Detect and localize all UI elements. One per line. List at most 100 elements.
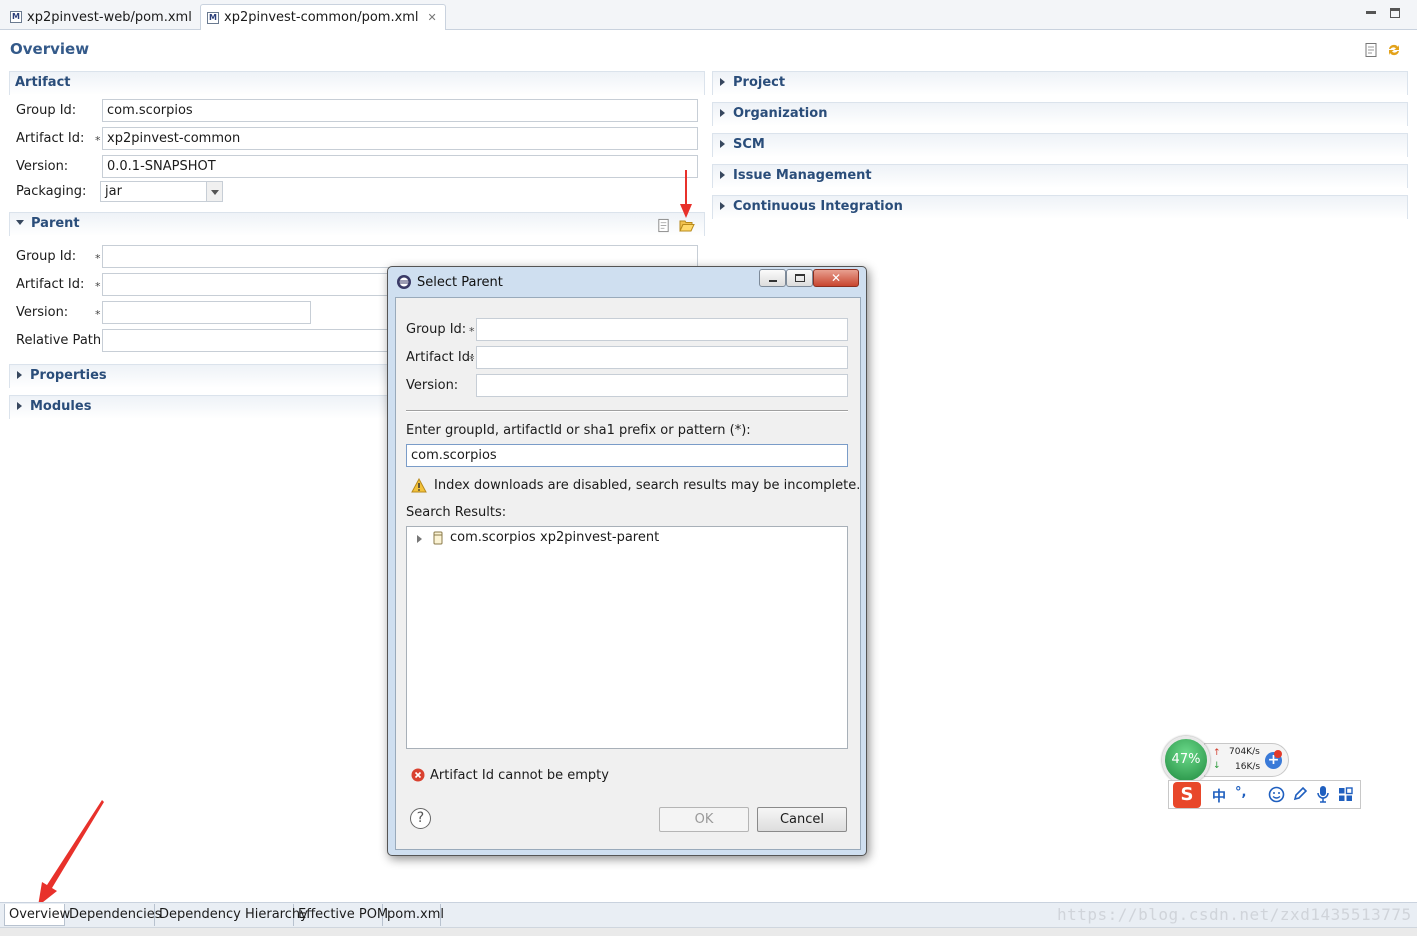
artifact-version-field[interactable]: 0.0.1-SNAPSHOT: [102, 155, 698, 178]
tab-pom-xml[interactable]: pom.xml: [383, 904, 444, 926]
upload-speed: 704K/s: [1229, 747, 1260, 757]
required-marker: *: [95, 308, 101, 321]
artifact-artifact-id-field[interactable]: xp2pinvest-common: [102, 127, 698, 150]
project-section-header[interactable]: [712, 71, 1408, 95]
project-section-title[interactable]: Project: [720, 75, 785, 90]
error-icon: [411, 768, 425, 782]
document-icon[interactable]: [656, 218, 671, 233]
artifact-artifact-id-label: Artifact Id:: [16, 131, 85, 146]
properties-section-title[interactable]: Properties: [17, 368, 107, 383]
chevron-right-icon: [720, 139, 725, 148]
ime-widget: ↑ ↓ 704K/s 16K/s + 47% S 中 °,: [1160, 736, 1365, 812]
ci-section-title[interactable]: Continuous Integration: [720, 199, 903, 214]
tab-overview[interactable]: Overview: [4, 904, 70, 926]
upload-arrow-icon: ↑: [1213, 748, 1221, 758]
scm-section-title[interactable]: SCM: [720, 137, 765, 152]
cancel-button[interactable]: Cancel: [757, 807, 847, 832]
dialog-version-label: Version:: [406, 378, 459, 393]
organization-section-title[interactable]: Organization: [720, 106, 827, 121]
tab-effective-pom[interactable]: Effective POM: [294, 904, 388, 926]
parent-relative-path-label: Relative Path:: [16, 333, 106, 348]
cpu-usage-meter[interactable]: 47%: [1162, 736, 1210, 784]
issue-management-section-title[interactable]: Issue Management: [720, 168, 872, 183]
chevron-down-icon: [16, 220, 24, 225]
parent-section-header[interactable]: [9, 212, 705, 236]
maximize-icon: [795, 274, 805, 282]
tab-dependencies[interactable]: Dependencies: [65, 904, 162, 926]
artifact-packaging-label: Packaging:: [16, 184, 87, 199]
search-result-row[interactable]: com.scorpios xp2pinvest-parent: [409, 530, 659, 548]
dialog-title: Select Parent: [417, 275, 503, 290]
required-marker: *: [95, 134, 101, 147]
parent-group-id-field[interactable]: [102, 245, 698, 268]
dialog-version-field[interactable]: [476, 374, 848, 397]
eclipse-icon: [397, 275, 411, 289]
document-icon[interactable]: [1363, 42, 1379, 58]
dialog-minimize-button[interactable]: [759, 269, 786, 287]
jar-icon: [433, 531, 443, 545]
expand-icon[interactable]: [417, 535, 422, 543]
dialog-warning-text: Index downloads are disabled, search res…: [434, 478, 861, 493]
close-icon: ✕: [830, 271, 842, 285]
parent-version-field[interactable]: [102, 301, 311, 324]
dialog-error-text: Artifact Id cannot be empty: [430, 768, 609, 783]
ime-lang-toggle[interactable]: 中: [1212, 786, 1226, 806]
dialog-close-button[interactable]: ✕: [813, 269, 859, 287]
parent-artifact-id-label: Artifact Id:: [16, 277, 85, 292]
microphone-icon[interactable]: [1316, 785, 1330, 803]
maven-pom-icon: M: [207, 11, 219, 24]
parent-section-title[interactable]: Parent: [16, 216, 80, 231]
close-icon[interactable]: ✕: [428, 11, 437, 24]
dialog-maximize-button[interactable]: [786, 269, 813, 287]
status-bar: [0, 927, 1417, 936]
dialog-body: Group Id: * Artifact Id: * Version: Ente…: [395, 297, 861, 850]
artifact-version-label: Version:: [16, 159, 69, 174]
pen-icon[interactable]: [1292, 786, 1308, 803]
emoji-icon[interactable]: [1268, 786, 1285, 803]
chevron-right-icon: [720, 108, 725, 117]
chevron-right-icon: [720, 170, 725, 179]
help-icon[interactable]: ?: [410, 808, 431, 829]
editor-tab-label: xp2pinvest-common/pom.xml: [224, 10, 419, 25]
grid-menu-icon[interactable]: [1338, 787, 1353, 802]
editor-tab-common-pom[interactable]: M xp2pinvest-common/pom.xml ✕: [200, 4, 446, 30]
result-group-id: com.scorpios: [450, 530, 536, 545]
parent-version-label: Version:: [16, 305, 69, 320]
artifact-group-id-field[interactable]: com.scorpios: [102, 99, 698, 122]
scm-section-header[interactable]: [712, 133, 1408, 157]
minimize-icon: [769, 280, 777, 282]
modules-section-title[interactable]: Modules: [17, 399, 91, 414]
maximize-icon[interactable]: [1390, 8, 1400, 18]
chevron-right-icon: [720, 201, 725, 210]
packaging-select[interactable]: jar: [100, 181, 223, 202]
chevron-down-icon[interactable]: [206, 182, 222, 201]
dialog-artifact-id-label: Artifact Id:: [406, 350, 475, 365]
annotation-arrow-icon: [38, 800, 104, 906]
search-results-list[interactable]: com.scorpios xp2pinvest-parent: [406, 526, 848, 749]
dialog-search-input[interactable]: com.scorpios: [406, 444, 848, 467]
result-artifact-id: xp2pinvest-parent: [540, 530, 660, 545]
ok-button[interactable]: OK: [659, 807, 749, 832]
tab-dependency-hierarchy[interactable]: Dependency Hierarchy: [155, 904, 308, 926]
artifact-section-header: [9, 71, 705, 95]
required-marker: *: [95, 252, 101, 265]
chevron-right-icon: [17, 401, 22, 410]
dialog-group-id-label: Group Id:: [406, 322, 467, 337]
sogou-logo-icon[interactable]: S: [1173, 782, 1201, 808]
page-title: Overview: [10, 40, 90, 58]
dialog-results-label: Search Results:: [406, 505, 507, 520]
dialog-artifact-id-field[interactable]: [476, 346, 848, 369]
minimize-icon[interactable]: [1366, 11, 1376, 14]
ime-punct-toggle[interactable]: °,: [1235, 785, 1246, 800]
editor-tab-web-pom[interactable]: M xp2pinvest-web/pom.xml: [4, 4, 200, 30]
dialog-search-label: Enter groupId, artifactId or sha1 prefix…: [406, 423, 751, 438]
refresh-icon[interactable]: [1386, 42, 1402, 58]
packaging-value: jar: [105, 184, 122, 199]
open-folder-icon[interactable]: [679, 218, 695, 233]
dialog-group-id-field[interactable]: [476, 318, 848, 341]
download-arrow-icon: ↓: [1213, 761, 1221, 771]
parent-group-id-label: Group Id:: [16, 249, 77, 264]
required-marker: *: [469, 353, 475, 366]
dialog-separator: [406, 410, 848, 412]
download-speed: 16K/s: [1235, 762, 1261, 772]
